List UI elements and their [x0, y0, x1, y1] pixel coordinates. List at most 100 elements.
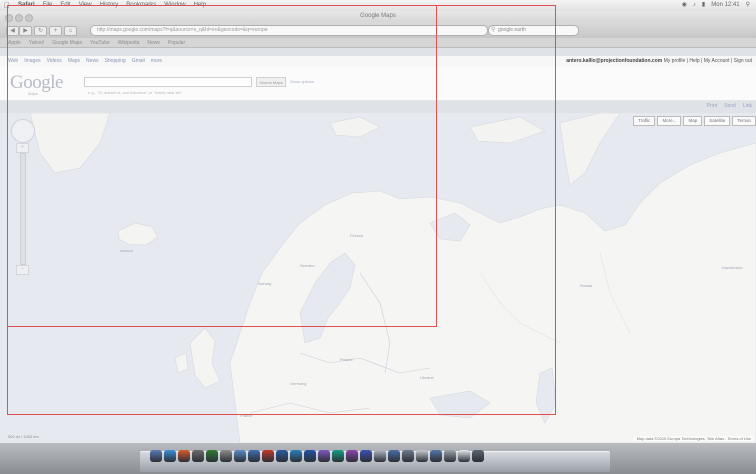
dock-app-icon[interactable]	[304, 450, 316, 462]
zoom-out-button[interactable]: −	[16, 265, 29, 275]
dock-app-icon[interactable]	[206, 450, 218, 462]
dock-app-icon[interactable]	[346, 450, 358, 462]
maps-header: Google Maps Search Maps Show options e.g…	[0, 66, 756, 101]
window-title: Google Maps	[360, 13, 396, 19]
spotlight-icon[interactable]: ⚲	[746, 0, 750, 11]
send-link[interactable]: Send	[724, 103, 736, 109]
bookmark-item[interactable]: Yahoo!	[29, 38, 44, 47]
country-label: Russia	[580, 283, 593, 288]
gbar-link-maps[interactable]: Maps	[68, 56, 80, 66]
bookmark-item[interactable]: Apple	[8, 38, 21, 47]
dock-app-icon[interactable]	[458, 450, 470, 462]
address-bar[interactable]: http://maps.google.com/maps?f=q&source=s…	[90, 25, 488, 36]
link-link[interactable]: Link	[743, 103, 752, 109]
forward-button[interactable]: ▶	[19, 26, 32, 36]
bookmark-item[interactable]: Google Maps	[52, 38, 82, 47]
map-action-links: Print Send Link	[707, 103, 752, 109]
dock-app-icon[interactable]	[374, 450, 386, 462]
menu-history[interactable]: History	[96, 0, 123, 11]
terrain-view-button[interactable]: Terrain	[732, 116, 756, 126]
map-scale: 500 mi / 1000 km	[8, 434, 39, 439]
dock-app-icon[interactable]	[402, 450, 414, 462]
zoom-in-button[interactable]: +	[16, 143, 29, 153]
map-type-controls: Traffic More... Map Satellite Terrain	[633, 116, 756, 126]
country-label: Iceland	[120, 248, 133, 253]
menu-help[interactable]: Help	[190, 0, 210, 11]
dock-app-icon[interactable]	[276, 450, 288, 462]
minimize-window-icon[interactable]	[15, 14, 23, 22]
dock-app-icon[interactable]	[234, 450, 246, 462]
menu-bookmarks[interactable]: Bookmarks	[122, 0, 160, 11]
map-copyright[interactable]: Map data ©2010 Europa Technologies, Tele…	[633, 436, 754, 441]
gbar-link-web[interactable]: Web	[8, 56, 18, 66]
bookmark-item[interactable]: YouTube	[90, 38, 110, 47]
dock-app-icon[interactable]	[150, 450, 162, 462]
dock-app-icon[interactable]	[332, 450, 344, 462]
bookmark-item[interactable]: News	[147, 38, 160, 47]
close-window-icon[interactable]	[5, 14, 13, 22]
more-button[interactable]: More...	[657, 116, 682, 126]
print-link[interactable]: Print	[707, 103, 717, 109]
traffic-button[interactable]: Traffic	[633, 116, 656, 126]
dock-app-icon[interactable]	[472, 450, 484, 462]
user-links[interactable]: My profile | Help | My Account | Sign ou…	[664, 58, 752, 64]
dock-app-icon[interactable]	[192, 450, 204, 462]
dock-app-icon[interactable]	[430, 450, 442, 462]
battery-icon[interactable]: ▮	[702, 0, 705, 11]
dock-app-icon[interactable]	[220, 450, 232, 462]
dock-app-icon[interactable]	[444, 450, 456, 462]
bookmarks-bar: Apple Yahoo! Google Maps YouTube Wikiped…	[0, 38, 756, 48]
dock-app-icon[interactable]	[262, 450, 274, 462]
apple-icon[interactable]: 	[0, 0, 14, 11]
window-title-bar: Google Maps	[0, 11, 756, 22]
dock-app-icon[interactable]	[360, 450, 372, 462]
gbar-link-more[interactable]: more	[151, 56, 162, 66]
search-icon: ⚲	[491, 27, 496, 33]
dock-app-icon[interactable]	[318, 450, 330, 462]
reload-button[interactable]: ↻	[34, 26, 47, 36]
browser-search-value: google earth	[498, 27, 526, 33]
map-geography	[0, 113, 756, 443]
dock	[150, 450, 484, 462]
back-button[interactable]: ◀	[6, 26, 19, 36]
dock-app-icon[interactable]	[416, 450, 428, 462]
search-maps-button[interactable]: Search Maps	[256, 77, 286, 87]
gbar-link-news[interactable]: News	[86, 56, 99, 66]
country-label: Finland	[350, 233, 364, 238]
bookmark-item[interactable]: Wikipedia	[118, 38, 140, 47]
satellite-view-button[interactable]: Satellite	[704, 116, 731, 126]
show-options-link[interactable]: Show options	[290, 79, 314, 84]
gbar-link-shopping[interactable]: Shopping	[105, 56, 126, 66]
dock-app-icon[interactable]	[248, 450, 260, 462]
zoom-window-icon[interactable]	[25, 14, 33, 22]
menu-window[interactable]: Window	[160, 0, 189, 11]
dock-app-icon[interactable]	[388, 450, 400, 462]
search-hint: e.g., "10 market st, san francisco" or "…	[88, 90, 183, 95]
logo-subtitle: Maps	[28, 91, 38, 96]
pan-control[interactable]	[11, 119, 35, 143]
browser-search-field[interactable]: ⚲ google earth	[488, 25, 579, 36]
menu-file[interactable]: File	[39, 0, 57, 11]
gbar-link-images[interactable]: Images	[24, 56, 40, 66]
map-view-button[interactable]: Map	[683, 116, 703, 126]
maps-search-input[interactable]	[84, 77, 252, 87]
home-button[interactable]: ⌂	[64, 26, 77, 36]
menu-view[interactable]: View	[75, 0, 96, 11]
menu-edit[interactable]: Edit	[56, 0, 74, 11]
country-label: Ukraine	[420, 375, 434, 380]
map-canvas[interactable]: + − Traffic More... Map Satellite Terrai…	[0, 113, 756, 443]
country-label: Poland	[340, 357, 353, 362]
dock-app-icon[interactable]	[290, 450, 302, 462]
dock-app-icon[interactable]	[164, 450, 176, 462]
menubar-clock[interactable]: Mon 12:41	[711, 0, 739, 11]
volume-icon[interactable]: ♪	[693, 0, 696, 11]
bookmark-item[interactable]: Popular	[168, 38, 185, 47]
zoom-slider[interactable]	[20, 153, 26, 265]
gbar-link-gmail[interactable]: Gmail	[132, 56, 145, 66]
wifi-icon[interactable]: ◉	[682, 0, 687, 11]
menu-app-safari[interactable]: Safari	[14, 0, 39, 11]
add-bookmark-button[interactable]: +	[49, 26, 62, 36]
gbar-link-videos[interactable]: Videos	[47, 56, 62, 66]
country-label: Germany	[290, 381, 307, 386]
dock-app-icon[interactable]	[178, 450, 190, 462]
